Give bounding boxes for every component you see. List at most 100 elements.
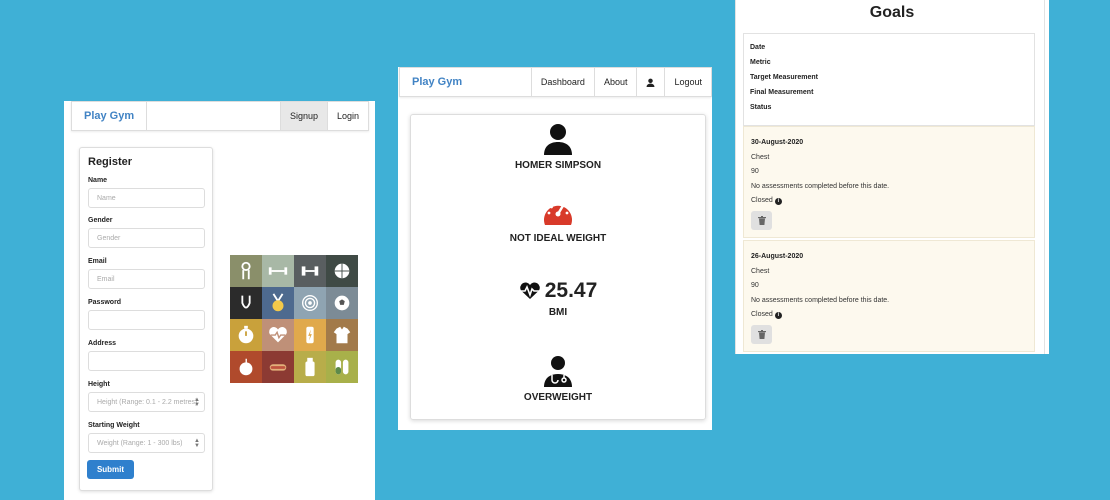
goal-date: 26-August-2020 xyxy=(751,253,804,260)
weight-input[interactable]: Weight (Range: 1 - 300 lbs) ▲ ▼ xyxy=(88,433,205,453)
bmi-value: 25.47 xyxy=(544,279,598,302)
medal-icon xyxy=(272,293,284,312)
height-field-group: Height Height (Range: 0.1 - 2.2 metres) … xyxy=(88,381,205,412)
pills-icon xyxy=(335,359,349,375)
delete-goal-button[interactable] xyxy=(751,325,772,344)
top-navbar: Play Gym Dashboard About Logout xyxy=(399,67,712,97)
barbell-icon xyxy=(268,267,288,275)
brand-link[interactable]: Play Gym xyxy=(72,102,148,130)
icon-tile xyxy=(262,255,294,287)
trash-icon xyxy=(757,330,766,339)
height-placeholder: Height (Range: 0.1 - 2.2 metres) xyxy=(97,399,198,406)
brand-link[interactable]: Play Gym xyxy=(400,68,474,96)
member-stat: HOMER SIMPSON xyxy=(411,123,705,171)
submit-button[interactable]: Submit xyxy=(87,460,134,479)
weight-placeholder: Weight (Range: 1 - 300 lbs) xyxy=(97,440,183,447)
header-metric: Metric xyxy=(750,59,771,66)
icon-tile xyxy=(326,287,358,319)
heartbeat-icon xyxy=(518,282,541,299)
hand-grip-icon xyxy=(241,261,251,280)
icon-tile xyxy=(294,255,326,287)
icon-tile xyxy=(230,319,262,351)
icon-tile xyxy=(294,287,326,319)
email-field-group: Email Email xyxy=(88,258,205,289)
goal-final: No assessments completed before this dat… xyxy=(751,297,890,304)
member-stats-card: HOMER SIMPSON NOT IDEAL WEIGHT 25.47 BMI xyxy=(410,114,706,420)
bmi-category: OVERWEIGHT xyxy=(523,392,593,403)
goal-status: Closed i xyxy=(751,311,782,319)
header-date: Date xyxy=(750,44,766,51)
user-icon xyxy=(544,124,572,155)
stepper-arrows-icon[interactable]: ▲ ▼ xyxy=(194,397,200,408)
icon-tile xyxy=(262,319,294,351)
nav-login[interactable]: Login xyxy=(326,102,368,130)
info-icon[interactable]: i xyxy=(774,198,782,205)
weight-indicator: NOT IDEAL WEIGHT xyxy=(509,233,607,244)
top-navbar: Play Gym Signup Login xyxy=(71,101,369,131)
gauge-icon xyxy=(544,202,572,225)
gender-field-group: Gender Gender xyxy=(88,217,205,248)
goals-screen: Goals Date Metric Target Measurement Fin… xyxy=(735,0,1049,354)
icon-tile xyxy=(262,351,294,383)
icon-tile xyxy=(230,351,262,383)
nav-dashboard[interactable]: Dashboard xyxy=(530,68,594,96)
goal-status: Closed i xyxy=(751,197,782,205)
info-icon[interactable]: i xyxy=(774,312,782,319)
nav-profile[interactable] xyxy=(636,68,664,96)
fitness-icon-grid xyxy=(230,255,358,383)
target-icon xyxy=(301,294,319,312)
goal-date: 30-August-2020 xyxy=(751,139,804,146)
doctor-icon xyxy=(544,356,572,387)
icon-tile xyxy=(326,319,358,351)
goal-card: 30-August-2020 Chest 90 No assessments c… xyxy=(743,126,1035,238)
goals-column-headers: Date Metric Target Measurement Final Mea… xyxy=(743,33,1035,126)
icon-tile xyxy=(326,255,358,287)
basketball-icon xyxy=(334,263,350,279)
email-input[interactable]: Email xyxy=(88,269,205,289)
weight-label: Starting Weight xyxy=(88,422,140,429)
goal-final: No assessments completed before this dat… xyxy=(751,183,890,190)
bmi-label: BMI xyxy=(548,307,568,318)
nav-signup[interactable]: Signup xyxy=(279,102,327,130)
heart-rate-icon xyxy=(269,327,287,343)
icon-tile xyxy=(294,319,326,351)
password-label: Password xyxy=(88,299,122,306)
address-input[interactable] xyxy=(88,351,205,371)
goal-status-text: Closed xyxy=(751,311,773,318)
weight-field-group: Starting Weight Weight (Range: 1 - 300 l… xyxy=(88,422,205,453)
jump-rope-icon xyxy=(241,295,251,309)
address-label: Address xyxy=(88,340,117,347)
name-input[interactable]: Name xyxy=(88,188,205,208)
weight-indicator-stat: NOT IDEAL WEIGHT xyxy=(411,198,705,244)
icon-tile xyxy=(230,287,262,319)
icon-tile xyxy=(294,351,326,383)
hotdog-icon xyxy=(269,364,287,371)
header-final: Final Measurement xyxy=(750,89,814,96)
icon-tile xyxy=(262,287,294,319)
icon-tile xyxy=(326,351,358,383)
energy-drink-icon xyxy=(306,326,314,344)
soccer-ball-icon xyxy=(334,295,350,311)
goal-metric: Chest xyxy=(751,154,770,161)
goal-card: 26-August-2020 Chest 90 No assessments c… xyxy=(743,240,1035,352)
register-screen: Play Gym Signup Login Register Name Name… xyxy=(64,101,375,500)
goal-target: 90 xyxy=(751,168,759,175)
apple-icon xyxy=(239,358,253,376)
trash-icon xyxy=(757,216,766,225)
dumbbell-icon xyxy=(301,266,319,276)
bmi-category-stat: OVERWEIGHT xyxy=(411,355,705,403)
password-input[interactable] xyxy=(88,310,205,330)
stopwatch-icon xyxy=(238,325,254,344)
goal-target: 90 xyxy=(751,282,759,289)
header-target: Target Measurement xyxy=(750,74,818,81)
nav-logout[interactable]: Logout xyxy=(664,68,711,96)
stepper-arrows-icon[interactable]: ▲ ▼ xyxy=(194,438,200,449)
gender-input[interactable]: Gender xyxy=(88,228,205,248)
height-label: Height xyxy=(88,381,110,388)
delete-goal-button[interactable] xyxy=(751,211,772,230)
height-input[interactable]: Height (Range: 0.1 - 2.2 metres) ▲ ▼ xyxy=(88,392,205,412)
member-name: HOMER SIMPSON xyxy=(514,160,602,171)
shirt-icon xyxy=(333,326,351,344)
page-title: Goals xyxy=(869,4,915,21)
nav-about[interactable]: About xyxy=(593,68,637,96)
